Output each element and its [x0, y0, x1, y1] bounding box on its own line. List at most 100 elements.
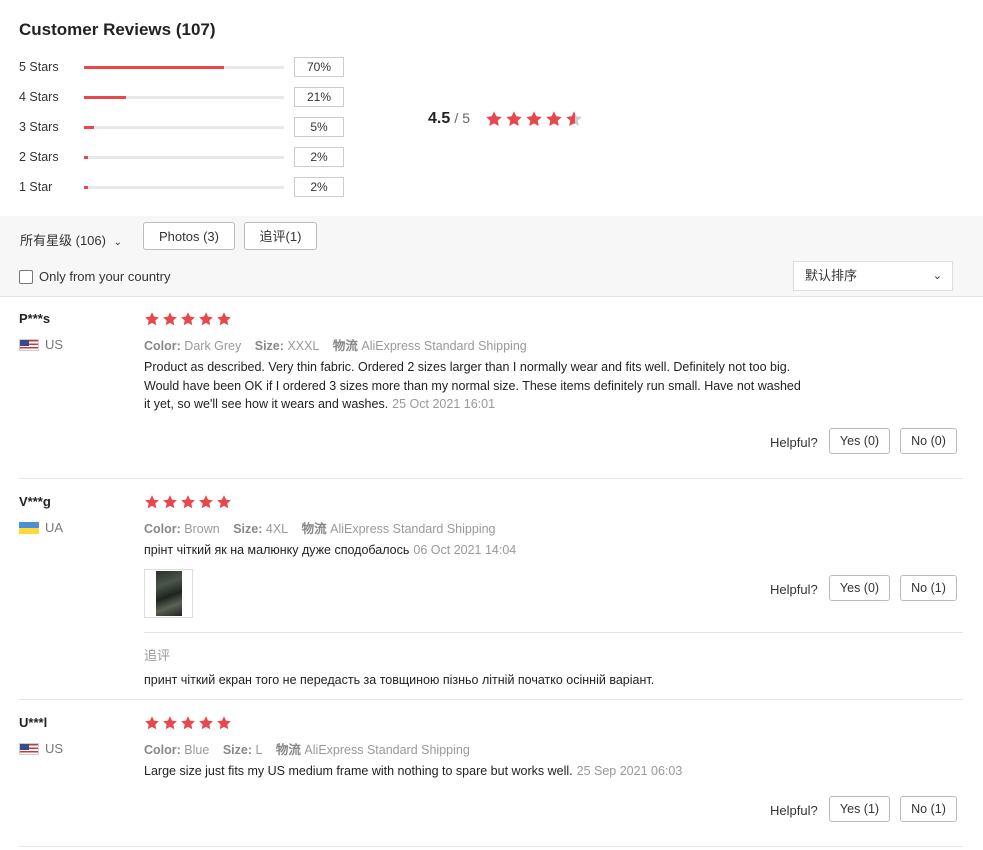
us-flag-icon: [19, 742, 39, 755]
rating-bar-fill: [84, 96, 126, 99]
country-checkbox-label: Only from your country: [39, 269, 171, 284]
reviewer-country: US: [19, 337, 63, 352]
star-icon: [180, 494, 196, 510]
helpful-yes-button[interactable]: Yes (1): [829, 796, 890, 822]
country-checkbox[interactable]: [19, 269, 33, 284]
rating-percent-badge: 21%: [294, 87, 344, 107]
additional-review-text: принт чіткий екран того не передасть за …: [144, 673, 655, 687]
sort-dropdown-label: 默认排序: [805, 268, 858, 283]
shipping-label: 物流: [332, 339, 358, 353]
review-text-line: it yet, so we'll see how it wears and wa…: [144, 397, 496, 411]
helpful-no-button[interactable]: No (1): [900, 796, 957, 822]
review-attributes: Color: Dark Grey Size: XXXL 物流 AliExpres…: [144, 335, 527, 354]
rating-bar-track: [84, 186, 284, 189]
rating-row-5: 5 Stars 70%: [19, 57, 349, 77]
average-rating: 4.5 / 5: [428, 110, 470, 128]
helpful-label: Helpful?: [770, 803, 818, 818]
additional-review-label: 追评: [144, 648, 171, 663]
review-text-line: Would have been OK if I ordered 3 sizes …: [144, 378, 801, 393]
reviewer-name: P***s: [19, 311, 51, 326]
review-date: 25 Sep 2021 06:03: [576, 764, 683, 778]
helpful-no-button[interactable]: No (0): [900, 428, 957, 454]
star-icon: [162, 494, 178, 510]
shipping-value: AliExpress Standard Shipping: [361, 339, 527, 353]
star-icon: [198, 715, 214, 731]
review-text-line: Product as described. Very thin fabric. …: [144, 360, 791, 374]
star-icon: [216, 494, 232, 510]
country-filter[interactable]: Only from your country: [19, 269, 171, 284]
rating-row-3: 3 Stars 5%: [19, 117, 349, 137]
rating-bar-track: [84, 96, 284, 99]
helpful-label: Helpful?: [770, 582, 818, 597]
helpful-label: Helpful?: [770, 435, 818, 450]
review-stars: [144, 311, 232, 327]
country-code: US: [45, 741, 64, 756]
review-date: 06 Oct 2021 14:04: [413, 543, 517, 557]
rating-percent-badge: 2%: [294, 147, 344, 167]
star-filter-dropdown[interactable]: 所有星级 (106) ⌄: [20, 230, 122, 249]
helpful-yes-button[interactable]: Yes (0): [829, 575, 890, 601]
reviews-title: Customer Reviews (107): [19, 20, 216, 39]
rating-row-2: 2 Stars 2%: [19, 147, 349, 167]
star-icon: [144, 311, 160, 327]
star-icon: [545, 110, 563, 128]
size-value: XXXL: [287, 339, 320, 353]
average-rating-value: 4.5: [428, 110, 451, 127]
review-stars: [144, 494, 232, 510]
rating-percent-badge: 2%: [294, 177, 344, 197]
rating-row-label: 5 Stars: [19, 60, 59, 74]
reviewer-name: U***l: [19, 715, 48, 730]
us-flag-icon: [19, 338, 39, 351]
size-value: 4XL: [265, 522, 289, 536]
additional-review-filter-button[interactable]: 追评(1): [244, 222, 317, 250]
star-icon: [216, 715, 232, 731]
country-code: UA: [45, 520, 64, 535]
color-value: Brown: [184, 522, 220, 536]
rating-row-label: 3 Stars: [19, 120, 59, 134]
rating-bar-track: [84, 126, 284, 129]
star-icon: [198, 311, 214, 327]
review-text: Product as described. Very thin fabric. …: [144, 358, 864, 414]
review-date: 25 Oct 2021 16:01: [392, 397, 496, 411]
rating-bar-fill: [84, 156, 88, 159]
star-icon: [216, 311, 232, 327]
rating-row-4: 4 Stars 21%: [19, 87, 349, 107]
sort-dropdown[interactable]: 默认排序 ⌄: [793, 261, 953, 291]
reviewer-name: V***g: [19, 494, 51, 509]
star-icon: [485, 110, 503, 128]
star-icon: [505, 110, 523, 128]
chevron-down-icon: ⌄: [932, 270, 942, 282]
rating-row-label: 1 Star: [19, 180, 53, 194]
helpful-yes-button[interactable]: Yes (0): [829, 428, 890, 454]
rating-bar-fill: [84, 186, 88, 189]
review-attributes: Color: Brown Size: 4XL 物流 AliExpress Sta…: [144, 518, 496, 537]
rating-row-label: 2 Stars: [19, 150, 59, 164]
average-stars: [485, 110, 583, 128]
review-divider: [19, 478, 963, 479]
color-value: Dark Grey: [184, 339, 242, 353]
additional-review-divider: [144, 632, 963, 633]
review-divider: [19, 846, 963, 847]
color-label: Color:: [144, 522, 181, 536]
review-stars: [144, 715, 232, 731]
color-label: Color:: [144, 339, 181, 353]
review-photo-thumbnail[interactable]: [144, 569, 193, 618]
review-text: прінт чіткий як на малюнку дуже сподобал…: [144, 543, 517, 557]
chevron-down-icon: ⌄: [113, 237, 122, 248]
rating-bar-track: [84, 156, 284, 159]
review-attributes: Color: Blue Size: L 物流 AliExpress Standa…: [144, 739, 470, 758]
rating-bar-fill: [84, 66, 224, 69]
ua-flag-icon: [19, 521, 39, 534]
shipping-value: AliExpress Standard Shipping: [330, 522, 496, 536]
helpful-no-button[interactable]: No (1): [900, 575, 957, 601]
color-value: Blue: [184, 743, 210, 757]
star-filter-label: 所有星级 (106): [20, 233, 106, 248]
shipping-value: AliExpress Standard Shipping: [304, 743, 470, 757]
rating-percent-badge: 5%: [294, 117, 344, 137]
star-icon: [162, 715, 178, 731]
rating-percent-badge: 70%: [294, 57, 344, 77]
photos-filter-button[interactable]: Photos (3): [143, 222, 235, 250]
shipping-label: 物流: [275, 743, 301, 757]
rating-bar-fill: [84, 126, 94, 129]
rating-row-1: 1 Star 2%: [19, 177, 349, 197]
